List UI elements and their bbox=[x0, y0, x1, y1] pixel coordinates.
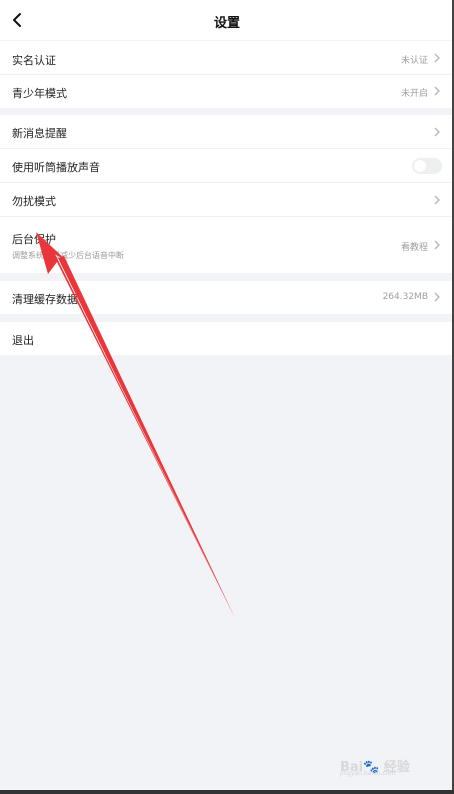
settings-group-cache: 清理缓存数据 264.32MB bbox=[0, 281, 454, 314]
row-label: 实名认证 bbox=[12, 54, 56, 67]
row-clear-cache[interactable]: 清理缓存数据 264.32MB bbox=[0, 281, 454, 314]
baidu-jingyan-watermark: Bai🐾 经验 jingyan.baidu.com bbox=[336, 738, 432, 778]
row-label: 清理缓存数据 bbox=[12, 293, 78, 306]
chevron-right-icon bbox=[434, 127, 440, 137]
row-label: 退出 bbox=[12, 334, 34, 347]
settings-group-account: 实名认证 未认证 青少年模式 未开启 bbox=[0, 41, 454, 108]
screen-edge-bottom bbox=[0, 790, 454, 794]
row-value: 未开启 bbox=[400, 89, 428, 99]
row-label: 使用听筒播放声音 bbox=[12, 161, 100, 174]
page-title: 设置 bbox=[213, 16, 240, 31]
row-real-name-auth[interactable]: 实名认证 未认证 bbox=[0, 41, 454, 75]
earpiece-toggle[interactable] bbox=[412, 158, 442, 174]
chevron-right-icon bbox=[434, 195, 440, 205]
row-label: 新消息提醒 bbox=[12, 127, 67, 140]
chevron-right-icon bbox=[434, 240, 440, 250]
chevron-right-icon bbox=[434, 86, 440, 96]
row-new-message-alert[interactable]: 新消息提醒 bbox=[0, 115, 454, 149]
row-label: 青少年模式 bbox=[12, 87, 67, 100]
settings-group-notifications: 新消息提醒 使用听筒播放声音 勿扰模式 后台保护 调整系统设置减少后台语音中断 … bbox=[0, 115, 454, 273]
chevron-right-icon bbox=[434, 292, 440, 302]
row-value: 未认证 bbox=[400, 56, 428, 66]
row-label: 后台保护 bbox=[12, 233, 56, 246]
row-earpiece-playback: 使用听筒播放声音 bbox=[0, 149, 454, 183]
settings-group-logout: 退出 bbox=[0, 322, 454, 355]
top-nav-bar: 设置 bbox=[0, 0, 454, 40]
row-subtitle: 调整系统设置减少后台语音中断 bbox=[12, 251, 124, 260]
toggle-knob bbox=[414, 160, 426, 172]
watermark-subtext: jingyan.baidu.com bbox=[340, 770, 396, 777]
row-logout[interactable]: 退出 bbox=[0, 322, 454, 355]
row-value: 264.32MB bbox=[382, 292, 428, 302]
row-label: 勿扰模式 bbox=[12, 195, 56, 208]
row-value: 看教程 bbox=[400, 243, 428, 253]
row-background-protection[interactable]: 后台保护 调整系统设置减少后台语音中断 看教程 bbox=[0, 217, 454, 273]
chevron-right-icon bbox=[434, 53, 440, 63]
row-do-not-disturb[interactable]: 勿扰模式 bbox=[0, 183, 454, 217]
row-teen-mode[interactable]: 青少年模式 未开启 bbox=[0, 75, 454, 108]
